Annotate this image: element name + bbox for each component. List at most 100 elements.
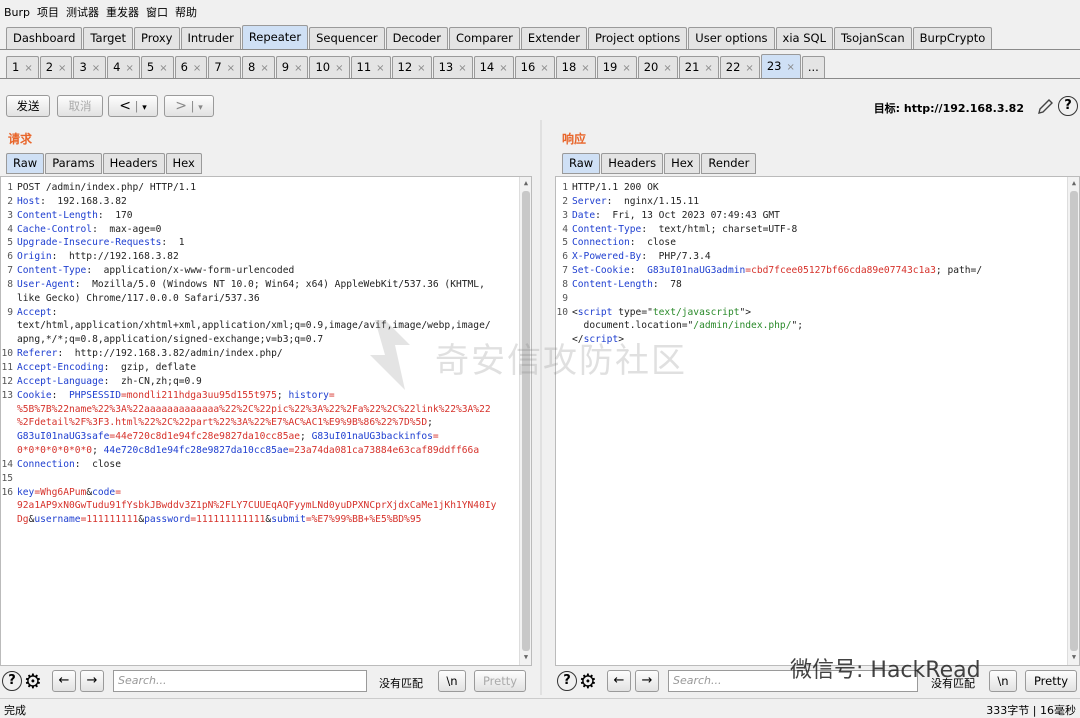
- pretty-button[interactable]: Pretty: [474, 670, 526, 692]
- send-button[interactable]: 发送: [6, 95, 50, 117]
- search-next-button[interactable]: →: [635, 670, 659, 692]
- tab-comparer[interactable]: Comparer: [448, 27, 520, 49]
- scroll-thumb[interactable]: [522, 191, 530, 651]
- menu-item[interactable]: 窗口: [146, 4, 168, 20]
- view-tab-render[interactable]: Render: [701, 153, 757, 174]
- response-scrollbar[interactable]: ▲ ▼: [1067, 177, 1079, 665]
- close-icon[interactable]: ×: [745, 63, 753, 74]
- settings-gear-icon[interactable]: ⚙: [579, 669, 597, 693]
- cancel-button[interactable]: 取消: [57, 95, 103, 117]
- close-icon[interactable]: ×: [58, 63, 66, 74]
- tab-user-options[interactable]: User options: [688, 27, 775, 49]
- request-editor[interactable]: 1 POST /admin/index.php/ HTTP/1.1 2 Host: 1…: [0, 176, 532, 666]
- close-icon[interactable]: ×: [417, 63, 425, 74]
- tab-target[interactable]: Target: [83, 27, 133, 49]
- repeater-tab[interactable]: 5 ×: [140, 56, 174, 78]
- view-tab-hex[interactable]: Hex: [165, 153, 202, 174]
- help-icon[interactable]: ?: [557, 671, 577, 691]
- close-icon[interactable]: ×: [704, 63, 712, 74]
- response-editor[interactable]: 1 HTTP/1.1 200 OK 2 Server: nginx/1.15.11 3 D…: [555, 176, 1080, 666]
- close-icon[interactable]: ×: [294, 63, 302, 74]
- new-tab-button[interactable]: ...: [801, 56, 825, 78]
- view-tab-hex[interactable]: Hex: [664, 153, 701, 174]
- search-next-button[interactable]: →: [80, 670, 104, 692]
- tab-tsojanscan[interactable]: TsojanScan: [834, 27, 912, 49]
- repeater-tab[interactable]: 16 ×: [514, 56, 555, 78]
- close-icon[interactable]: ×: [663, 63, 671, 74]
- repeater-tab[interactable]: 6 ×: [174, 56, 208, 78]
- settings-gear-icon[interactable]: ⚙: [24, 669, 42, 693]
- menu-item[interactable]: 帮助: [175, 4, 197, 20]
- repeater-tab[interactable]: 3 ×: [73, 56, 107, 78]
- close-icon[interactable]: ×: [159, 63, 167, 74]
- tab-extender[interactable]: Extender: [520, 27, 587, 49]
- repeater-tab[interactable]: 14 ×: [473, 56, 514, 78]
- view-tab-params[interactable]: Params: [45, 153, 102, 174]
- tab-decoder[interactable]: Decoder: [385, 27, 448, 49]
- repeater-tab[interactable]: 22 ×: [719, 56, 760, 78]
- scroll-up-icon[interactable]: ▲: [1069, 179, 1079, 189]
- view-tab-headers[interactable]: Headers: [102, 153, 165, 174]
- menu-item[interactable]: Burp: [4, 6, 30, 19]
- view-tab-raw[interactable]: Raw: [562, 153, 601, 174]
- repeater-tab[interactable]: 23 ×: [760, 54, 801, 78]
- close-icon[interactable]: ×: [376, 63, 384, 74]
- pane-divider[interactable]: [540, 120, 542, 695]
- repeater-tab[interactable]: 13 ×: [432, 56, 473, 78]
- close-icon[interactable]: ×: [540, 63, 548, 74]
- tab-dashboard[interactable]: Dashboard: [6, 27, 83, 49]
- view-tab-headers[interactable]: Headers: [601, 153, 664, 174]
- newline-toggle[interactable]: \n: [438, 670, 466, 692]
- search-prev-button[interactable]: ←: [607, 670, 631, 692]
- close-icon[interactable]: ×: [786, 62, 794, 73]
- tab-xia-sql[interactable]: xia SQL: [775, 27, 833, 49]
- tab-intruder[interactable]: Intruder: [180, 27, 241, 49]
- view-tab-raw[interactable]: Raw: [6, 153, 45, 174]
- tab-sequencer[interactable]: Sequencer: [309, 27, 385, 49]
- repeater-tab[interactable]: 11 ×: [350, 56, 391, 78]
- close-icon[interactable]: ×: [125, 63, 133, 74]
- scroll-up-icon[interactable]: ▲: [521, 179, 531, 189]
- search-input[interactable]: Search...: [113, 670, 367, 692]
- repeater-tab[interactable]: 12 ×: [391, 56, 432, 78]
- close-icon[interactable]: ×: [622, 63, 630, 74]
- tab-repeater[interactable]: Repeater: [241, 25, 309, 49]
- menu-item[interactable]: 重发器: [106, 4, 139, 20]
- repeater-tab[interactable]: 8 ×: [242, 56, 275, 78]
- repeater-tab[interactable]: 4 ×: [107, 56, 140, 78]
- repeater-tab[interactable]: 20 ×: [637, 56, 678, 78]
- close-icon[interactable]: ×: [458, 63, 466, 74]
- repeater-tab[interactable]: 18 ×: [555, 56, 596, 78]
- menu-item[interactable]: 项目: [37, 4, 59, 20]
- close-icon[interactable]: ×: [92, 63, 100, 74]
- scroll-thumb[interactable]: [1070, 191, 1078, 651]
- close-icon[interactable]: ×: [499, 63, 507, 74]
- help-icon[interactable]: ?: [1058, 96, 1078, 116]
- newline-toggle[interactable]: \n: [989, 670, 1017, 692]
- repeater-tab[interactable]: 21 ×: [678, 56, 719, 78]
- close-icon[interactable]: ×: [581, 63, 589, 74]
- back-button[interactable]: < | ▾: [108, 95, 158, 117]
- scroll-down-icon[interactable]: ▼: [521, 653, 531, 663]
- edit-pencil-icon[interactable]: [1035, 97, 1055, 117]
- repeater-tab[interactable]: 9 ×: [275, 56, 309, 78]
- repeater-tab[interactable]: 2 ×: [39, 56, 73, 78]
- repeater-tab[interactable]: 7 ×: [208, 56, 242, 78]
- close-icon[interactable]: ×: [24, 63, 32, 74]
- close-icon[interactable]: ×: [260, 63, 268, 74]
- pretty-button[interactable]: Pretty: [1025, 670, 1077, 692]
- tab-proxy[interactable]: Proxy: [133, 27, 180, 49]
- search-prev-button[interactable]: ←: [52, 670, 76, 692]
- close-icon[interactable]: ×: [193, 63, 201, 74]
- help-icon[interactable]: ?: [2, 671, 22, 691]
- repeater-tab[interactable]: 10 ×: [309, 56, 350, 78]
- menu-item[interactable]: 测试器: [66, 4, 99, 20]
- tab-burpcrypto[interactable]: BurpCrypto: [912, 27, 993, 49]
- forward-button[interactable]: > | ▾: [164, 95, 214, 117]
- request-scrollbar[interactable]: ▲ ▼: [519, 177, 531, 665]
- tab-project-options[interactable]: Project options: [587, 27, 688, 49]
- close-icon[interactable]: ×: [227, 63, 235, 74]
- scroll-down-icon[interactable]: ▼: [1069, 653, 1079, 663]
- repeater-tab[interactable]: 1 ×: [6, 56, 39, 78]
- repeater-tab[interactable]: 19 ×: [596, 56, 637, 78]
